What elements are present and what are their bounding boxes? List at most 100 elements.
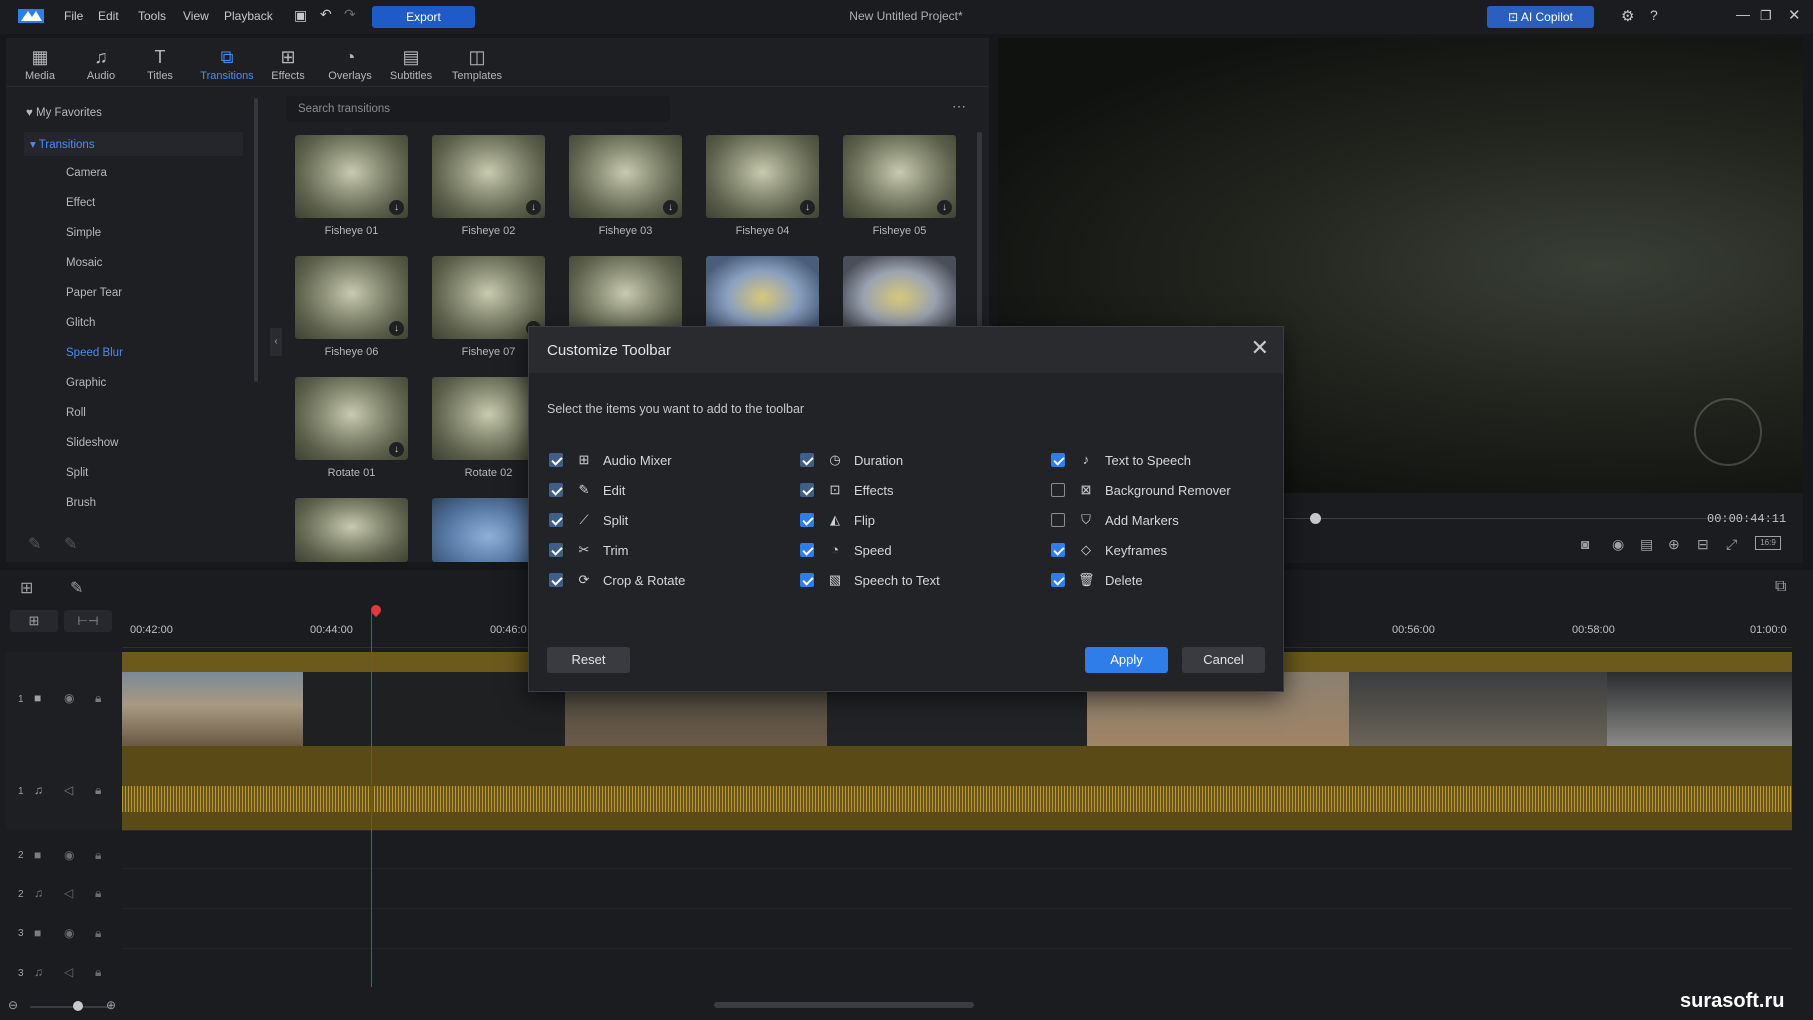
sidebar-item-speed-blur[interactable]: Speed Blur — [66, 347, 123, 359]
option-edit[interactable]: ✎ Edit — [549, 482, 749, 500]
option-split[interactable]: ⟋ Split — [549, 512, 749, 530]
tab-templates[interactable]: ◫ Templates — [446, 44, 508, 82]
subtitle-toggle-icon[interactable]: ▤ — [1640, 536, 1653, 553]
seek-handle[interactable] — [1310, 513, 1321, 524]
layout-icon[interactable]: ⊟ — [1697, 536, 1709, 553]
export-button[interactable]: Export — [372, 6, 475, 28]
fullscreen-icon[interactable]: ⤢ — [1726, 536, 1737, 553]
checkbox[interactable] — [549, 573, 563, 587]
edit-pen-icon[interactable]: ✎ — [70, 578, 83, 598]
download-icon[interactable]: ↓ — [389, 200, 404, 215]
lock-icon[interactable]: 🔒︎ — [95, 926, 101, 941]
sidebar-item-effect[interactable]: Effect — [66, 197, 95, 209]
checkbox[interactable] — [549, 513, 563, 527]
save-icon[interactable]: ▣ — [294, 7, 307, 24]
sidebar-scrollbar[interactable] — [254, 98, 258, 382]
transition-thumb[interactable]: ↓ — [569, 135, 682, 218]
ai-copilot-button[interactable]: ⊡ AI Copilot — [1487, 6, 1594, 28]
cancel-button[interactable]: Cancel — [1182, 647, 1265, 673]
transition-thumb[interactable] — [295, 498, 408, 562]
transition-thumb[interactable]: ↓ — [706, 135, 819, 218]
zoom-in-icon[interactable]: ⊕ — [106, 998, 116, 1012]
zoom-icon[interactable]: ⊕ — [1668, 536, 1680, 553]
edit-favorite-icon[interactable]: ✎ — [64, 534, 77, 554]
help-icon[interactable]: ? — [1650, 7, 1658, 23]
sidebar-item-transitions[interactable]: ▾ Transitions — [30, 137, 95, 151]
option-audio-mixer[interactable]: ⊞ Audio Mixer — [549, 452, 749, 470]
sidebar-item-slideshow[interactable]: Slideshow — [66, 437, 118, 449]
tab-overlays[interactable]: ◔ Overlays — [322, 44, 378, 82]
tab-audio[interactable]: ♫ Audio — [73, 44, 129, 82]
option-effects[interactable]: ⊡ Effects — [800, 482, 1000, 500]
tab-subtitles[interactable]: ▤ Subtitles — [383, 44, 439, 82]
download-icon[interactable]: ↓ — [663, 200, 678, 215]
snapshot-icon[interactable]: ◙ — [1581, 536, 1589, 552]
apply-button[interactable]: Apply — [1085, 647, 1168, 673]
more-options-icon[interactable]: ⋯ — [952, 98, 966, 115]
option-background-remover[interactable]: ⊠ Background Remover — [1051, 482, 1271, 500]
mute-icon[interactable]: ◁ — [64, 965, 73, 979]
download-icon[interactable]: ↓ — [526, 200, 541, 215]
checkbox[interactable] — [800, 483, 814, 497]
visibility-eye-icon[interactable]: ◉ — [64, 926, 74, 940]
menu-edit[interactable]: Edit — [98, 9, 119, 23]
menu-file[interactable]: File — [64, 9, 83, 23]
sidebar-item-roll[interactable]: Roll — [66, 407, 86, 419]
record-icon[interactable]: ◉ — [1612, 536, 1624, 553]
tab-effects[interactable]: ⊞ Effects — [260, 44, 316, 82]
zoom-slider[interactable] — [30, 1006, 110, 1008]
option-keyframes[interactable]: ◇ Keyframes — [1051, 542, 1271, 560]
tab-transitions[interactable]: ⧉ Transitions — [194, 44, 260, 82]
mute-icon[interactable]: ◁ — [64, 783, 73, 797]
visibility-eye-icon[interactable]: ◉ — [64, 848, 74, 862]
menu-view[interactable]: View — [183, 9, 209, 23]
download-icon[interactable]: ↓ — [389, 321, 404, 336]
search-input[interactable]: Search transitions — [286, 96, 670, 122]
lock-icon[interactable]: 🔒︎ — [95, 783, 101, 798]
checkbox[interactable] — [800, 543, 814, 557]
add-favorite-icon[interactable]: ✎ — [28, 534, 41, 554]
download-icon[interactable]: ↓ — [800, 200, 815, 215]
checkbox[interactable] — [1051, 573, 1065, 587]
restore-icon[interactable]: ❐ — [1760, 8, 1772, 24]
option-delete[interactable]: 🗑︎ Delete — [1051, 572, 1271, 590]
lock-icon[interactable]: 🔒︎ — [95, 691, 101, 706]
collapse-sidebar-icon[interactable]: ‹ — [270, 328, 282, 356]
visibility-eye-icon[interactable]: ◉ — [64, 691, 74, 705]
close-icon[interactable]: ✕ — [1251, 337, 1269, 359]
transition-thumb[interactable]: ↓ — [295, 135, 408, 218]
download-icon[interactable]: ↓ — [389, 442, 404, 457]
option-speech-to-text[interactable]: ▧ Speech to Text — [800, 572, 1000, 590]
option-text-to-speech[interactable]: ♪ Text to Speech — [1051, 452, 1271, 470]
sidebar-item-split[interactable]: Split — [66, 467, 88, 479]
settings-icon[interactable]: ⚙ — [1621, 7, 1634, 25]
minimize-icon[interactable]: — — [1736, 6, 1750, 22]
option-speed[interactable]: ◔ Speed — [800, 542, 1000, 560]
tab-media[interactable]: ▦ Media — [12, 44, 68, 82]
timeline-scrollbar[interactable] — [714, 1002, 974, 1008]
checkbox[interactable] — [549, 453, 563, 467]
mute-icon[interactable]: ◁ — [64, 886, 73, 900]
checkbox[interactable] — [800, 453, 814, 467]
audio-clip[interactable] — [122, 746, 1792, 830]
option-trim[interactable]: ✂ Trim — [549, 542, 749, 560]
transition-thumb[interactable]: ↓ — [843, 135, 956, 218]
checkbox[interactable] — [1051, 453, 1065, 467]
option-add-markers[interactable]: ⛉ Add Markers — [1051, 512, 1271, 530]
aspect-ratio-icon[interactable]: 16:9 — [1755, 536, 1781, 550]
zoom-slider-handle[interactable] — [73, 1001, 83, 1011]
sidebar-item-mosaic[interactable]: Mosaic — [66, 257, 102, 269]
sidebar-item-camera[interactable]: Camera — [66, 167, 107, 179]
timeline-toolbar-icon[interactable]: ⊞ — [20, 578, 33, 598]
undo-icon[interactable]: ↶ — [320, 6, 332, 23]
sidebar-item-glitch[interactable]: Glitch — [66, 317, 95, 329]
reset-button[interactable]: Reset — [547, 647, 630, 673]
lock-icon[interactable]: 🔒︎ — [95, 965, 101, 980]
transition-thumb[interactable]: ↓ — [432, 135, 545, 218]
checkbox[interactable] — [549, 543, 563, 557]
checkbox[interactable] — [549, 483, 563, 497]
transition-thumb[interactable]: ↓ — [295, 377, 408, 460]
sidebar-item-favorites[interactable]: ♥ My Favorites — [26, 107, 102, 119]
sidebar-item-simple[interactable]: Simple — [66, 227, 101, 239]
option-flip[interactable]: ◭ Flip — [800, 512, 1000, 530]
